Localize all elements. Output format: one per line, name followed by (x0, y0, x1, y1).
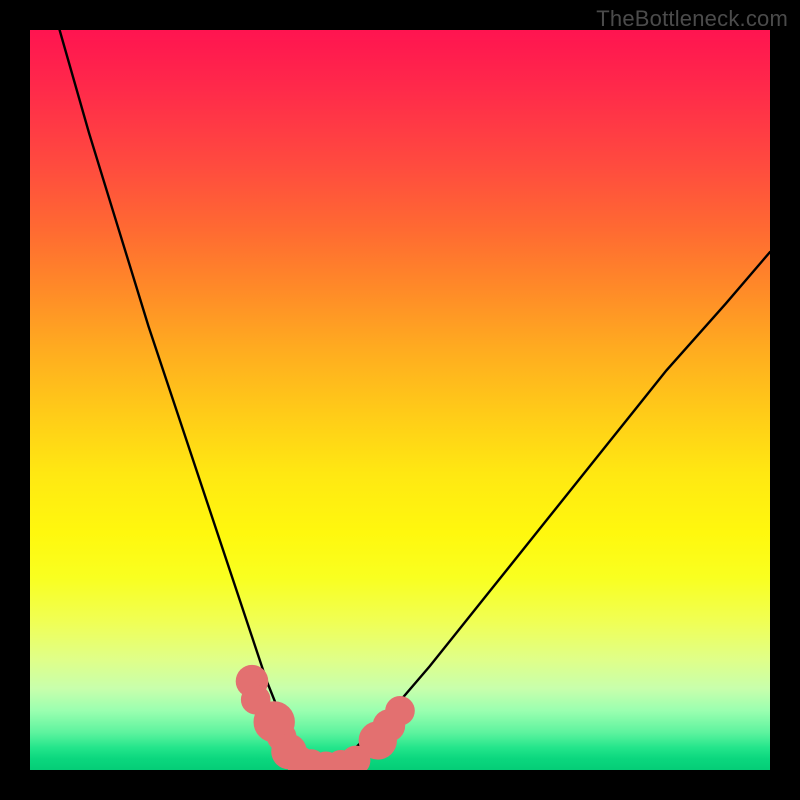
curve-markers (236, 665, 415, 770)
bottleneck-curve-svg (30, 30, 770, 770)
watermark-text: TheBottleneck.com (596, 6, 788, 32)
points-right-dot (385, 696, 415, 726)
bottleneck-curve (60, 30, 770, 768)
chart-root: TheBottleneck.com (0, 0, 800, 800)
plot-area (30, 30, 770, 770)
